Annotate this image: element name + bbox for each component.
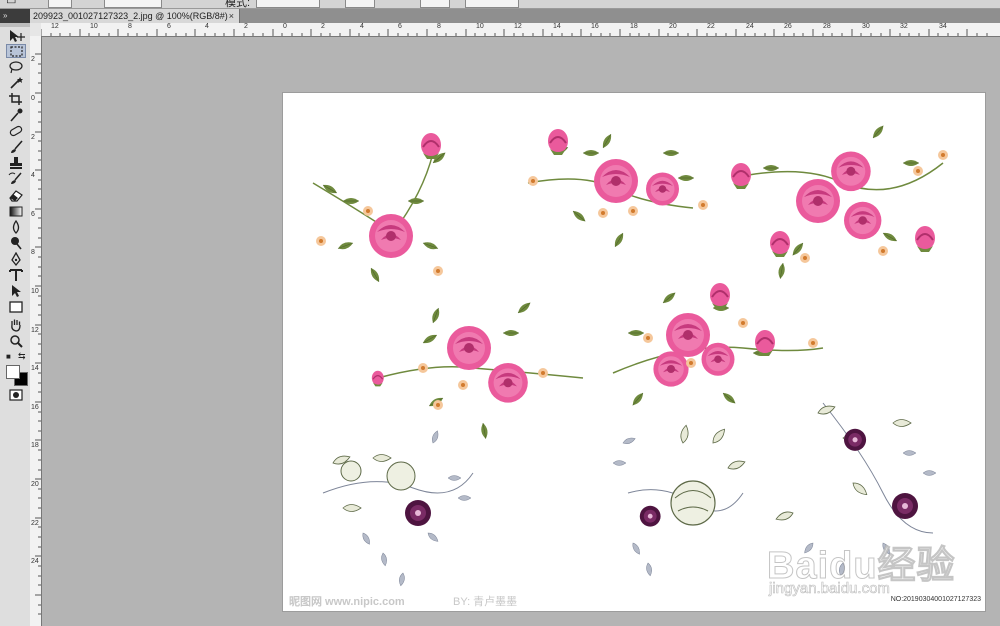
magic-wand-tool-icon[interactable] (6, 76, 26, 90)
h-ruler-label: 2 (244, 23, 248, 30)
brush-tool-icon[interactable] (6, 140, 26, 154)
vertical-ruler: 2 0 2 4 6 8 10 12 14 16 18 20 22 24 (30, 36, 42, 626)
v-ruler-label: 20 (31, 481, 39, 488)
clone-stamp-tool-icon[interactable] (6, 156, 26, 170)
baidu-jingyan-url: jingyan.baidu.com (769, 580, 891, 598)
history-brush-tool-icon[interactable] (6, 172, 26, 186)
zoom-tool-icon[interactable] (6, 334, 26, 348)
options-bar: ▭ 模式: (0, 0, 1000, 9)
width-field[interactable] (345, 0, 375, 8)
v-ruler-label: 4 (31, 172, 35, 179)
pen-tool-icon[interactable] (6, 252, 26, 266)
feather-value-field[interactable] (104, 0, 162, 8)
foreground-color-swatch[interactable] (6, 365, 20, 379)
close-tab-icon[interactable]: × (229, 9, 234, 23)
h-ruler-label: 30 (862, 23, 870, 30)
eraser-tool-icon[interactable] (6, 188, 26, 202)
author-watermark: BY: 青卢墨墨 (453, 596, 518, 608)
swap-colors-icon[interactable]: ⇆ (18, 351, 26, 362)
h-ruler-label: 4 (205, 23, 209, 30)
h-ruler-label: 2 (321, 23, 325, 30)
nipic-watermark: 昵图网 www.nipic.com (289, 596, 405, 608)
h-ruler-label: 10 (476, 23, 484, 30)
healing-brush-tool-icon[interactable] (6, 124, 26, 138)
h-ruler-label: 0 (283, 23, 287, 30)
v-ruler-label: 22 (31, 520, 39, 527)
document-tab-bar: 209923_001027127323_2.jpg @ 100%(RGB/8#)… (0, 9, 1000, 23)
h-ruler-label: 10 (90, 23, 98, 30)
blur-tool-icon[interactable] (6, 220, 26, 234)
h-ruler-label: 6 (167, 23, 171, 30)
v-ruler-label: 8 (31, 249, 35, 256)
lasso-tool-icon[interactable] (6, 60, 26, 74)
quick-mask-icon[interactable] (6, 388, 26, 402)
shape-tool-icon[interactable] (6, 300, 26, 314)
height-field[interactable] (420, 0, 450, 8)
type-tool-icon[interactable] (6, 268, 26, 282)
v-ruler-label: 2 (31, 134, 35, 141)
v-ruler-label: 0 (31, 95, 35, 102)
horizontal-ruler: 12 10 8 6 4 2 0 2 4 6 8 10 12 14 16 18 2… (41, 23, 1000, 37)
hand-tool-icon[interactable] (6, 318, 26, 332)
h-ruler-label: 12 (514, 23, 522, 30)
refine-edge-button[interactable] (465, 0, 519, 8)
toolbox: ■ ⇆ (0, 23, 31, 626)
h-ruler-label: 28 (823, 23, 831, 30)
h-ruler-label: 14 (553, 23, 561, 30)
h-ruler-label: 8 (437, 23, 441, 30)
marquee-tool-icon[interactable] (6, 44, 26, 58)
h-ruler-label: 6 (398, 23, 402, 30)
toolbox-grip[interactable] (0, 23, 30, 27)
h-ruler-label: 32 (900, 23, 908, 30)
h-ruler-label: 8 (128, 23, 132, 30)
dodge-tool-icon[interactable] (6, 236, 26, 250)
crop-tool-icon[interactable] (6, 92, 26, 106)
v-ruler-label: 24 (31, 558, 39, 565)
collapse-toolbox-button[interactable]: » (0, 9, 30, 23)
v-ruler-label: 6 (31, 211, 35, 218)
v-ruler-label: 18 (31, 442, 39, 449)
move-tool-icon[interactable] (6, 29, 26, 43)
default-colors-icon[interactable]: ■ (6, 352, 11, 361)
style-label: 模式: (225, 0, 251, 9)
h-ruler-label: 22 (707, 23, 715, 30)
document-tab-title: 209923_001027127323_2.jpg @ 100%(RGB/8#) (33, 11, 228, 21)
h-ruler-label: 24 (746, 23, 754, 30)
h-ruler-label: 4 (360, 23, 364, 30)
h-ruler-label: 34 (939, 23, 947, 30)
h-ruler-label: 26 (784, 23, 792, 30)
v-ruler-label: 10 (31, 288, 39, 295)
h-ruler-label: 18 (630, 23, 638, 30)
document-tab[interactable]: 209923_001027127323_2.jpg @ 100%(RGB/8#)… (30, 9, 240, 23)
eyedropper-tool-icon[interactable] (6, 108, 26, 122)
image-number: NO:20190304001027127323 (890, 596, 981, 603)
h-ruler-label: 12 (51, 23, 59, 30)
v-ruler-label: 2 (31, 56, 35, 63)
v-ruler-label: 12 (31, 327, 39, 334)
path-selection-tool-icon[interactable] (6, 284, 26, 298)
feather-field[interactable] (48, 0, 72, 8)
gradient-tool-icon[interactable] (6, 204, 26, 218)
marquee-options-icon[interactable]: ▭ (6, 0, 16, 7)
h-ruler-label: 20 (669, 23, 677, 30)
h-ruler-label: 16 (591, 23, 599, 30)
v-ruler-label: 16 (31, 404, 39, 411)
style-select[interactable] (256, 0, 320, 8)
v-ruler-label: 14 (31, 365, 39, 372)
